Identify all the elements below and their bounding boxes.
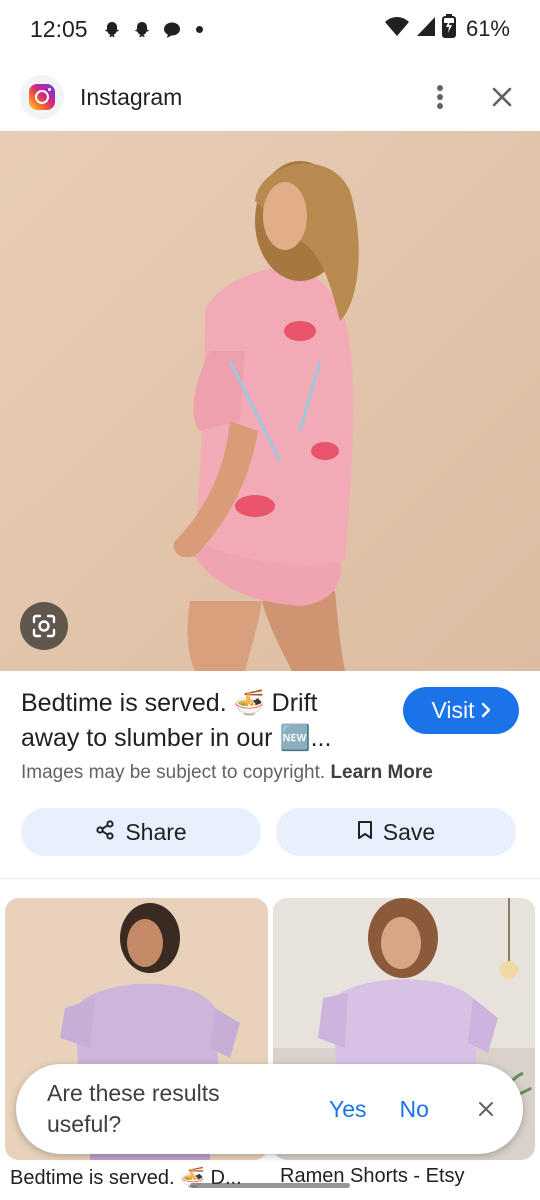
source-name: Instagram xyxy=(80,83,183,110)
main-image[interactable] xyxy=(0,131,540,671)
wifi-icon xyxy=(384,15,410,43)
chat-icon xyxy=(162,19,182,39)
status-time: 12:05 xyxy=(30,15,88,42)
copyright-text: Images may be subject to copyright. xyxy=(21,762,326,783)
share-icon xyxy=(95,819,115,846)
status-bar: 12:05 61% xyxy=(0,0,540,58)
battery-percent: 61% xyxy=(465,16,510,41)
image-caption[interactable]: Bedtime is served. 🍜 Drift away to slumb… xyxy=(21,686,381,756)
dot-icon xyxy=(195,25,203,33)
save-button[interactable]: Save xyxy=(276,808,516,856)
battery-icon xyxy=(441,14,456,44)
learn-more-link[interactable]: Learn More xyxy=(330,762,432,783)
close-icon[interactable] xyxy=(484,79,520,115)
feedback-popup: Are these results useful? Yes No xyxy=(16,1064,523,1154)
status-right: 61% xyxy=(384,14,510,44)
feedback-question: Are these results useful? xyxy=(47,1080,220,1137)
visit-button[interactable]: Visit xyxy=(403,687,519,734)
snapchat-icon xyxy=(132,19,152,39)
feedback-no-button[interactable]: No xyxy=(400,1096,429,1123)
signal-icon xyxy=(416,15,436,43)
close-icon[interactable] xyxy=(473,1096,499,1122)
feedback-yes-button[interactable]: Yes xyxy=(329,1096,367,1123)
source-header: Instagram xyxy=(0,66,540,128)
visit-label: Visit xyxy=(431,697,475,723)
lens-search-icon[interactable] xyxy=(20,602,68,650)
instagram-logo-glyph xyxy=(29,84,55,110)
header-actions xyxy=(422,79,520,115)
bookmark-icon xyxy=(357,819,373,846)
home-indicator[interactable] xyxy=(190,1183,350,1188)
section-divider xyxy=(0,878,540,879)
share-button[interactable]: Share xyxy=(21,808,261,856)
save-label: Save xyxy=(382,818,436,845)
chevron-right-icon xyxy=(481,697,491,724)
status-left: 12:05 xyxy=(30,16,203,43)
copyright-notice: Images may be subject to copyright. Lear… xyxy=(21,762,433,784)
snapchat-icon xyxy=(102,19,122,39)
share-label: Share xyxy=(125,818,187,845)
more-vert-icon[interactable] xyxy=(422,79,458,115)
instagram-logo xyxy=(20,75,64,119)
